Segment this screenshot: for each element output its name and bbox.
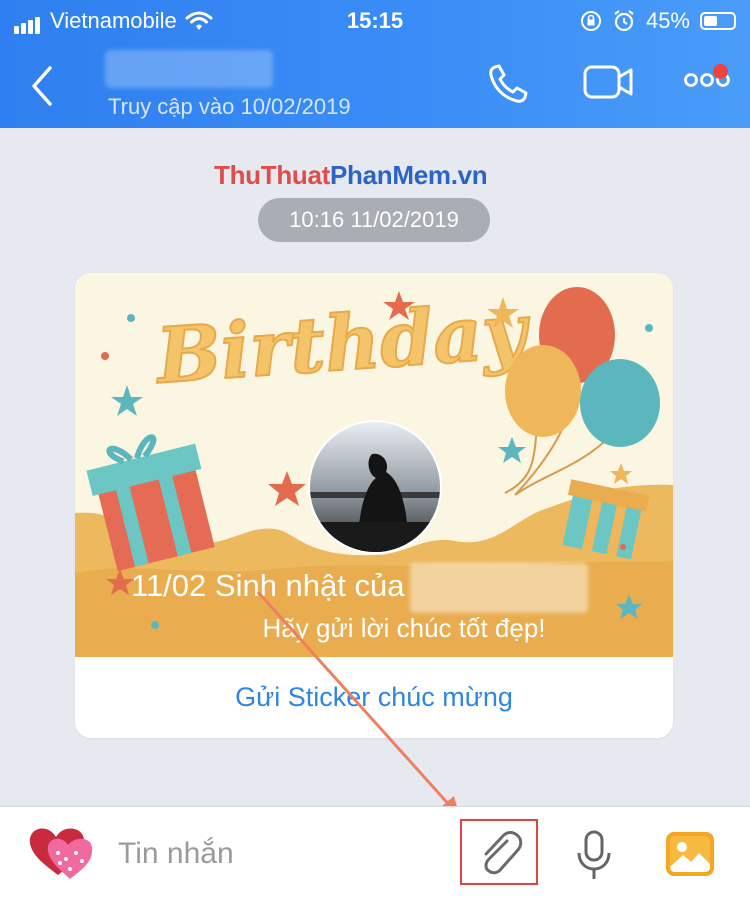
birthday-text: 11/02 Sinh nhật của <box>131 563 589 613</box>
last-seen: Truy cập vào 10/02/2019 <box>108 94 351 119</box>
back-icon[interactable] <box>28 64 68 108</box>
wifi-icon <box>185 11 213 30</box>
sticker-icon[interactable] <box>26 823 96 883</box>
birthday-prompt: Hãy gửi lời chúc tốt đẹp! <box>262 613 546 643</box>
contact-name-redacted[interactable] <box>105 50 273 88</box>
birthday-card-art: Birthday 11/02 Sinh nhật của Hãy gửi lời… <box>75 273 673 657</box>
carrier-name: Vietnamobile <box>50 8 177 33</box>
microphone-icon[interactable] <box>574 829 614 881</box>
paperclip-icon[interactable] <box>477 829 523 877</box>
notification-dot <box>713 64 728 79</box>
birthday-title: Birthday <box>152 286 534 401</box>
avatar[interactable] <box>308 420 442 554</box>
alarm-icon <box>614 10 634 32</box>
right-status: 45% <box>580 8 736 34</box>
birthday-name-redacted <box>410 563 589 613</box>
battery-icon <box>700 12 736 30</box>
signal-icon <box>14 8 42 34</box>
message-timestamp: 10:16 11/02/2019 <box>258 198 490 242</box>
rotation-lock-icon <box>580 11 601 31</box>
photo-icon[interactable] <box>665 831 715 877</box>
carrier-status: Vietnamobile <box>14 8 213 34</box>
battery-percent: 45% <box>645 8 690 33</box>
send-sticker-button[interactable]: Gửi Sticker chúc mừng <box>75 657 673 738</box>
phone-icon[interactable] <box>486 62 530 106</box>
watermark: ThuThuatPhanMem.vn <box>214 160 488 190</box>
message-input[interactable] <box>118 829 438 879</box>
message-composer <box>0 806 750 898</box>
birthday-card: Birthday 11/02 Sinh nhật của Hãy gửi lời… <box>75 273 673 738</box>
video-call-icon[interactable] <box>583 62 635 104</box>
chat-header: Vietnamobile 15:15 45% Truy cập vào 10/0… <box>0 0 750 128</box>
